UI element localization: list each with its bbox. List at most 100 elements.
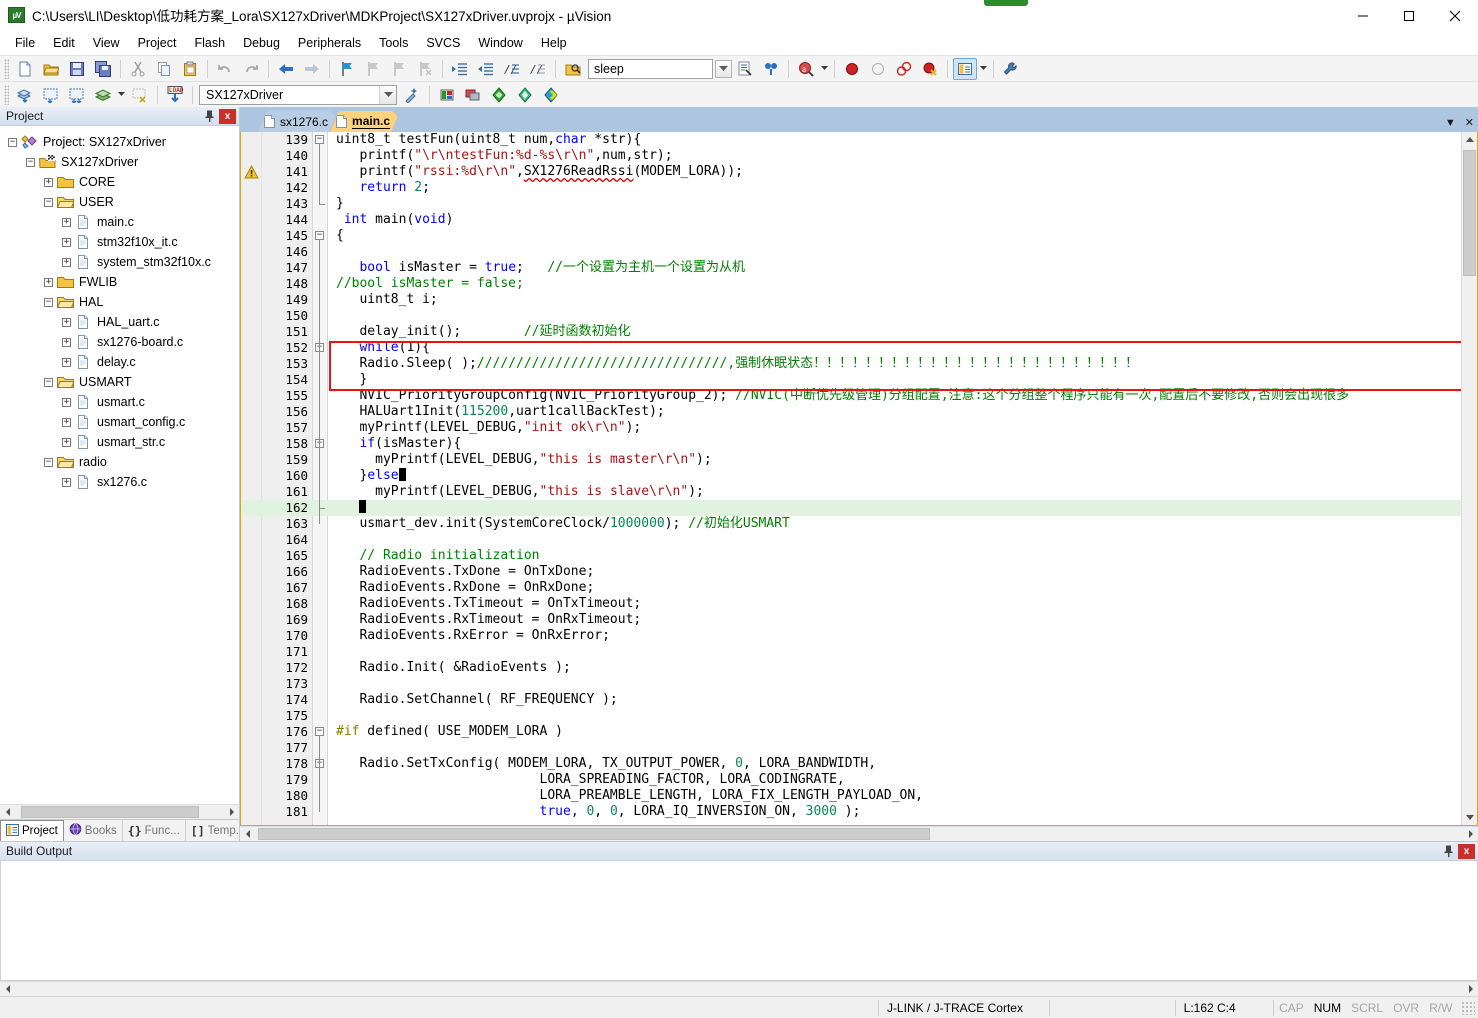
expand-icon[interactable]: +	[44, 277, 53, 287]
tree-item[interactable]: + usmart_str.c	[8, 432, 239, 452]
code-line[interactable]: 157 myPrintf(LEVEL_DEBUG,"init ok\r\n");	[241, 420, 1461, 436]
code-line[interactable]: 180 LORA_PREAMBLE_LENGTH, LORA_FIX_LENGT…	[241, 788, 1461, 804]
scroll-left-icon[interactable]	[0, 982, 15, 996]
menu-edit[interactable]: Edit	[44, 33, 84, 53]
maximize-button[interactable]	[1386, 0, 1432, 31]
code-line[interactable]: 147 bool isMaster = true; //一个设置为主机一个设置为…	[241, 260, 1461, 276]
editor-hscrollbar[interactable]	[240, 826, 1478, 841]
pin-icon[interactable]	[201, 108, 217, 124]
scroll-up-icon[interactable]	[1462, 132, 1477, 148]
kill-all-breakpoints-icon[interactable]	[918, 58, 942, 80]
save-icon[interactable]	[65, 58, 89, 80]
disable-breakpoint-icon[interactable]	[866, 58, 890, 80]
close-button[interactable]	[1432, 0, 1478, 31]
scroll-down-icon[interactable]	[1462, 809, 1477, 825]
target-options-wizard-icon[interactable]	[400, 84, 424, 106]
save-all-icon[interactable]	[91, 58, 115, 80]
fold-toggle-icon[interactable]: −	[315, 135, 324, 144]
fold-toggle-icon[interactable]: −	[315, 231, 324, 240]
navigate-forward-icon[interactable]	[300, 58, 324, 80]
manage-runtime-env-icon[interactable]	[487, 84, 511, 106]
code-line[interactable]: 161 myPrintf(LEVEL_DEBUG,"this is slave\…	[241, 484, 1461, 500]
find-in-files-button-icon[interactable]	[733, 58, 757, 80]
code-line[interactable]: 139− uint8_t testFun(uint8_t num,char *st…	[241, 132, 1461, 148]
close-icon[interactable]: x	[219, 108, 236, 124]
scroll-right-icon[interactable]	[1463, 827, 1478, 841]
target-select[interactable]: SX127xDriver	[199, 84, 397, 105]
tree-item[interactable]: − USMART	[8, 372, 239, 392]
cut-icon[interactable]	[126, 58, 150, 80]
code-line[interactable]: 141 printf("rssi:%d\r\n",SX1276ReadRssi(…	[241, 164, 1461, 180]
code-line[interactable]: 159 myPrintf(LEVEL_DEBUG,"this is master…	[241, 452, 1461, 468]
tree-item[interactable]: + usmart.c	[8, 392, 239, 412]
configure-icon[interactable]	[999, 58, 1023, 80]
code-scroll-area[interactable]: 139− uint8_t testFun(uint8_t num,char *st…	[241, 132, 1461, 825]
hscroll-track[interactable]	[255, 827, 1463, 841]
code-line[interactable]: 174 Radio.SetChannel( RF_FREQUENCY );	[241, 692, 1461, 708]
code-line[interactable]: 171	[241, 644, 1461, 660]
code-line[interactable]: 168 RadioEvents.TxTimeout = OnTxTimeout;	[241, 596, 1461, 612]
menu-help[interactable]: Help	[532, 33, 576, 53]
expand-icon[interactable]: +	[62, 437, 71, 447]
code-line[interactable]: 178− Radio.SetTxConfig( MODEM_LORA, TX_O…	[241, 756, 1461, 772]
menu-peripherals[interactable]: Peripherals	[289, 33, 370, 53]
expand-icon[interactable]: +	[62, 417, 71, 427]
menu-svcs[interactable]: SVCS	[417, 33, 469, 53]
code-line[interactable]: 166 RadioEvents.TxDone = OnTxDone;	[241, 564, 1461, 580]
code-line[interactable]: 169 RadioEvents.RxTimeout = OnRxTimeout;	[241, 612, 1461, 628]
tree-item[interactable]: + usmart_config.c	[8, 412, 239, 432]
code-line[interactable]: 152− while(1){	[241, 340, 1461, 356]
browse-code-dropdown-icon[interactable]	[819, 58, 830, 80]
tree-item[interactable]: − radio	[8, 452, 239, 472]
expand-icon[interactable]: +	[62, 217, 71, 227]
collapse-icon[interactable]: −	[8, 137, 17, 147]
toolbar-grip[interactable]	[4, 84, 9, 105]
scroll-right-icon[interactable]	[1463, 982, 1478, 996]
tree-item[interactable]: + FWLIB	[8, 272, 239, 292]
expand-icon[interactable]: +	[62, 477, 71, 487]
code-line[interactable]: 150	[241, 308, 1461, 324]
tree-item[interactable]: − Project: SX127xDriver	[8, 132, 239, 152]
tab-project[interactable]: Project	[0, 820, 64, 841]
menu-debug[interactable]: Debug	[234, 33, 289, 53]
find-history-dropdown[interactable]	[715, 59, 732, 78]
project-window-icon[interactable]	[953, 57, 977, 80]
code-line[interactable]: 164	[241, 532, 1461, 548]
collapse-icon[interactable]: −	[44, 457, 53, 467]
expand-icon[interactable]: +	[62, 257, 71, 267]
tree-item[interactable]: − SX127xDriver	[8, 152, 239, 172]
code-line[interactable]: 148 //bool isMaster = false;	[241, 276, 1461, 292]
code-line[interactable]: 176− #if defined( USE_MODEM_LORA )	[241, 724, 1461, 740]
tree-item[interactable]: + HAL_uart.c	[8, 312, 239, 332]
new-file-icon[interactable]	[13, 58, 37, 80]
manage-project-items-icon[interactable]	[461, 84, 485, 106]
bookmark-toggle-icon[interactable]	[335, 58, 359, 80]
tree-item[interactable]: − HAL	[8, 292, 239, 312]
undo-icon[interactable]	[213, 58, 237, 80]
comment-lines-icon[interactable]: //	[500, 58, 524, 80]
find-input-value[interactable]: sleep	[594, 62, 624, 76]
stop-build-icon[interactable]	[128, 84, 152, 106]
close-icon[interactable]: x	[1458, 843, 1475, 859]
code-line[interactable]: 146	[241, 244, 1461, 260]
collapse-icon[interactable]: −	[44, 297, 53, 307]
code-line[interactable]: 142 return 2;	[241, 180, 1461, 196]
target-options-icon[interactable]	[435, 84, 459, 106]
code-line[interactable]: 163 usmart_dev.init(SystemCoreClock/1000…	[241, 516, 1461, 532]
code-line[interactable]: 179 LORA_SPREADING_FACTOR, LORA_CODINGRA…	[241, 772, 1461, 788]
redo-icon[interactable]	[239, 58, 263, 80]
code-line[interactable]: 145− {	[241, 228, 1461, 244]
tree-item[interactable]: − USER	[8, 192, 239, 212]
code-line[interactable]: 143}	[241, 196, 1461, 212]
code-line[interactable]: 170 RadioEvents.RxError = OnRxError;	[241, 628, 1461, 644]
scroll-left-icon[interactable]	[0, 805, 15, 819]
bookmark-next-icon[interactable]	[387, 58, 411, 80]
bookmark-clear-icon[interactable]	[413, 58, 437, 80]
collapse-icon[interactable]: −	[44, 197, 53, 207]
menu-view[interactable]: View	[84, 33, 129, 53]
expand-icon[interactable]: +	[62, 337, 71, 347]
find-combo[interactable]: sleep	[588, 58, 713, 79]
toolbar-grip[interactable]	[4, 58, 9, 79]
hscroll-track[interactable]	[15, 982, 1463, 996]
tab-list-dropdown-icon[interactable]: ▼	[1445, 117, 1456, 129]
